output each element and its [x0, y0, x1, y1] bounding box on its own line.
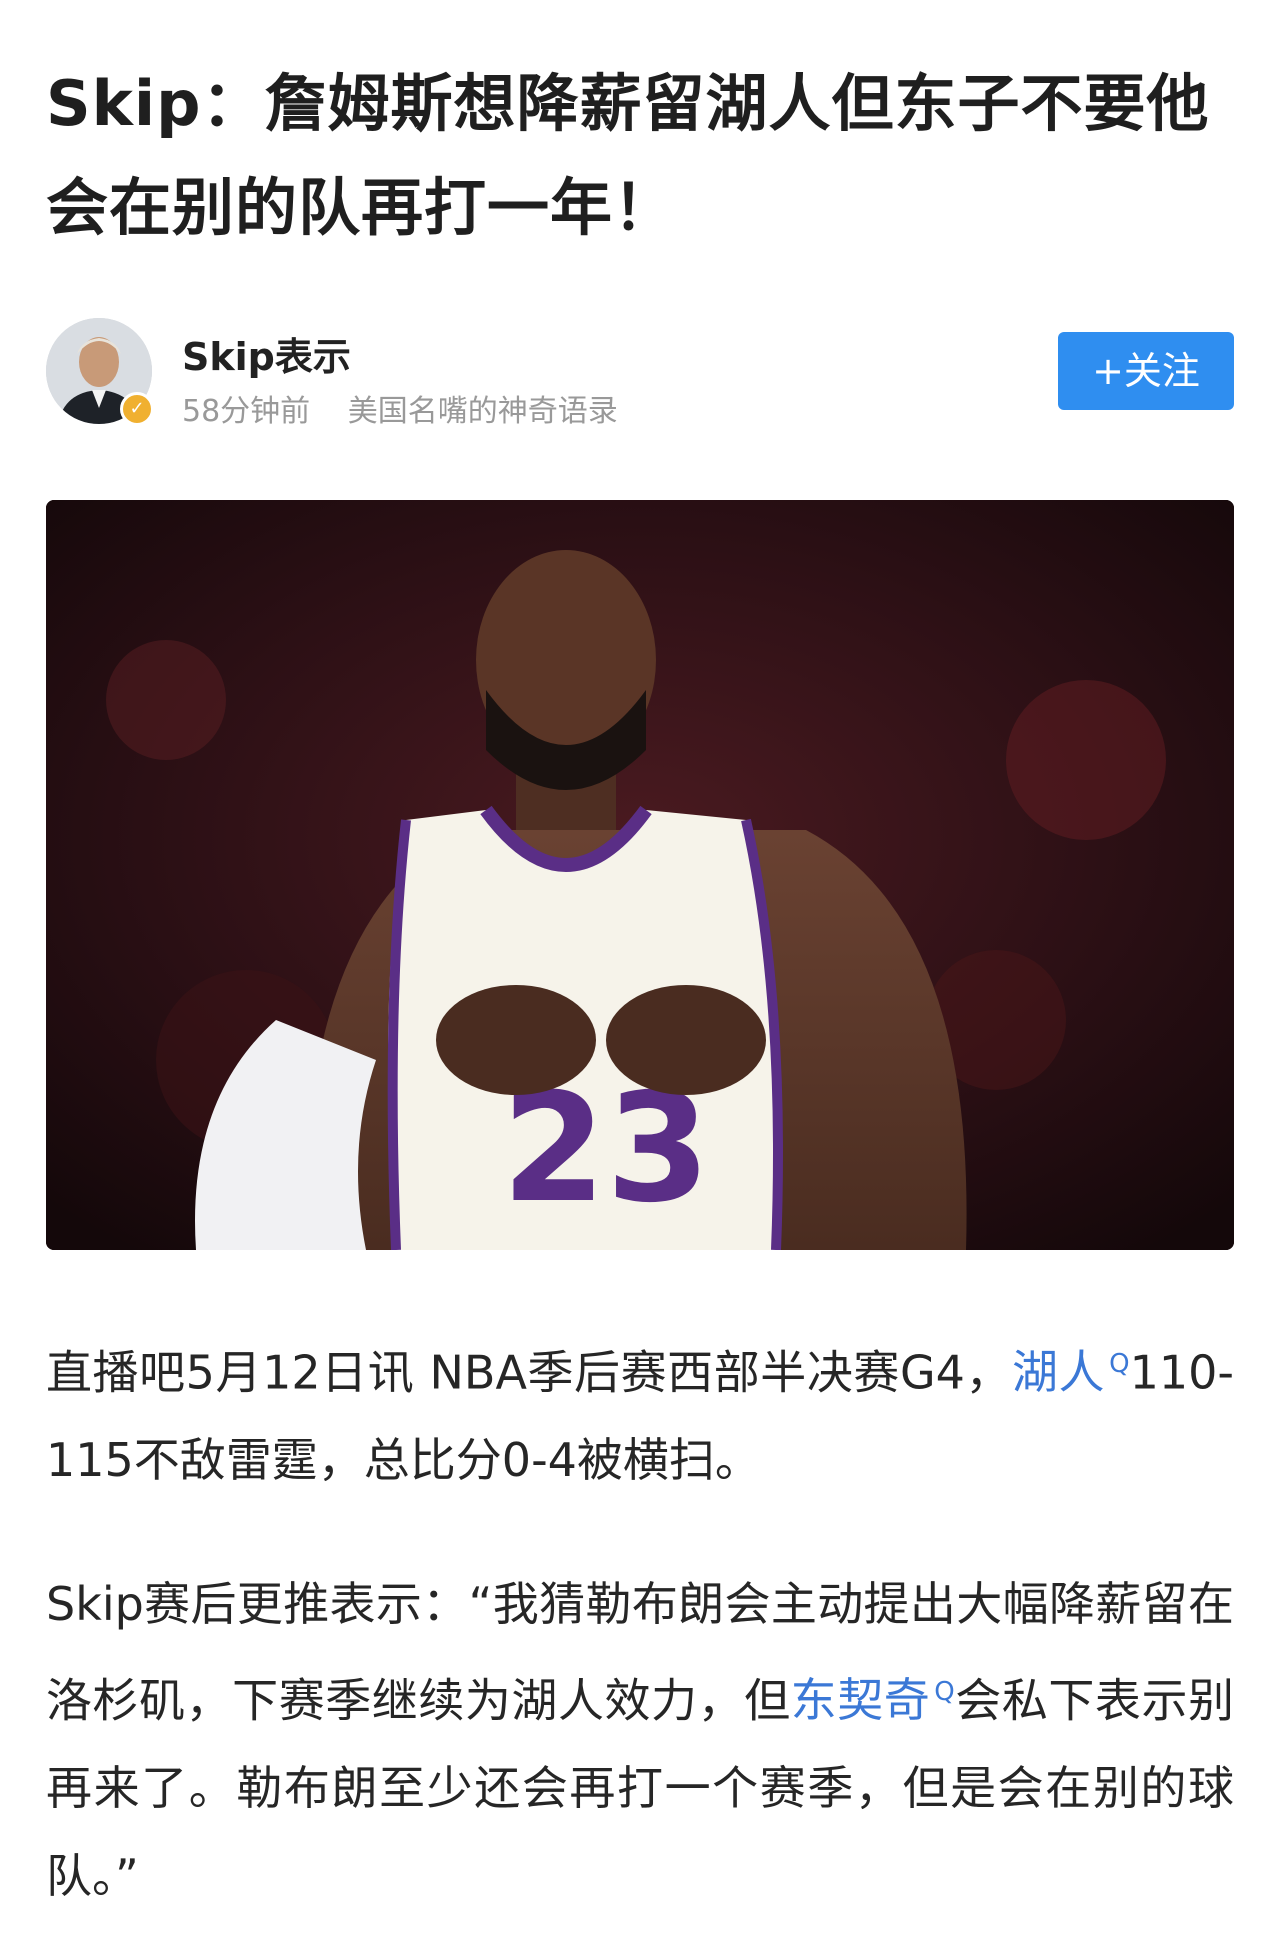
- article-page: Skip：詹姆斯想降薪留湖人但东子不要他会在别的队再打一年！ ✓ Skip表示 …: [0, 0, 1280, 1946]
- author-meta: 58分钟前 美国名嘴的神奇语录: [182, 386, 646, 430]
- topic-link-label[interactable]: 湖人: [1012, 1345, 1105, 1399]
- verified-badge-icon: ✓: [120, 392, 154, 426]
- author-channel: 美国名嘴的神奇语录: [347, 394, 618, 429]
- topic-link-doncic[interactable]: 东契奇 Q: [791, 1673, 955, 1727]
- author-name[interactable]: Skip表示: [182, 326, 351, 381]
- article-paragraph-1: 直播吧5月12日讯 NBA季后赛西部半决赛G4，湖人 Q110-115不敌雷霆，总…: [46, 1320, 1234, 1504]
- topic-link-lakers[interactable]: 湖人 Q: [1012, 1345, 1130, 1399]
- paragraph-text: 直播吧5月12日讯 NBA季后赛西部半决赛G4，: [46, 1345, 1012, 1400]
- search-icon: Q: [934, 1677, 955, 1707]
- article-title: Skip：詹姆斯想降薪留湖人但东子不要他会在别的队再打一年！: [46, 67, 1210, 244]
- author-bar: ✓ Skip表示 58分钟前 美国名嘴的神奇语录 +关注: [46, 318, 1234, 430]
- article-paragraph-2: Skip赛后更推表示：“我猜勒布朗会主动提出大幅降薪留在洛杉矶，下赛季继续为湖人…: [46, 1560, 1234, 1920]
- topic-link-label[interactable]: 东契奇: [791, 1673, 931, 1727]
- article-photo[interactable]: 23: [46, 500, 1234, 1250]
- search-icon: Q: [1109, 1349, 1130, 1379]
- follow-button[interactable]: +关注: [1058, 332, 1234, 410]
- post-time: 58分钟前: [182, 394, 311, 429]
